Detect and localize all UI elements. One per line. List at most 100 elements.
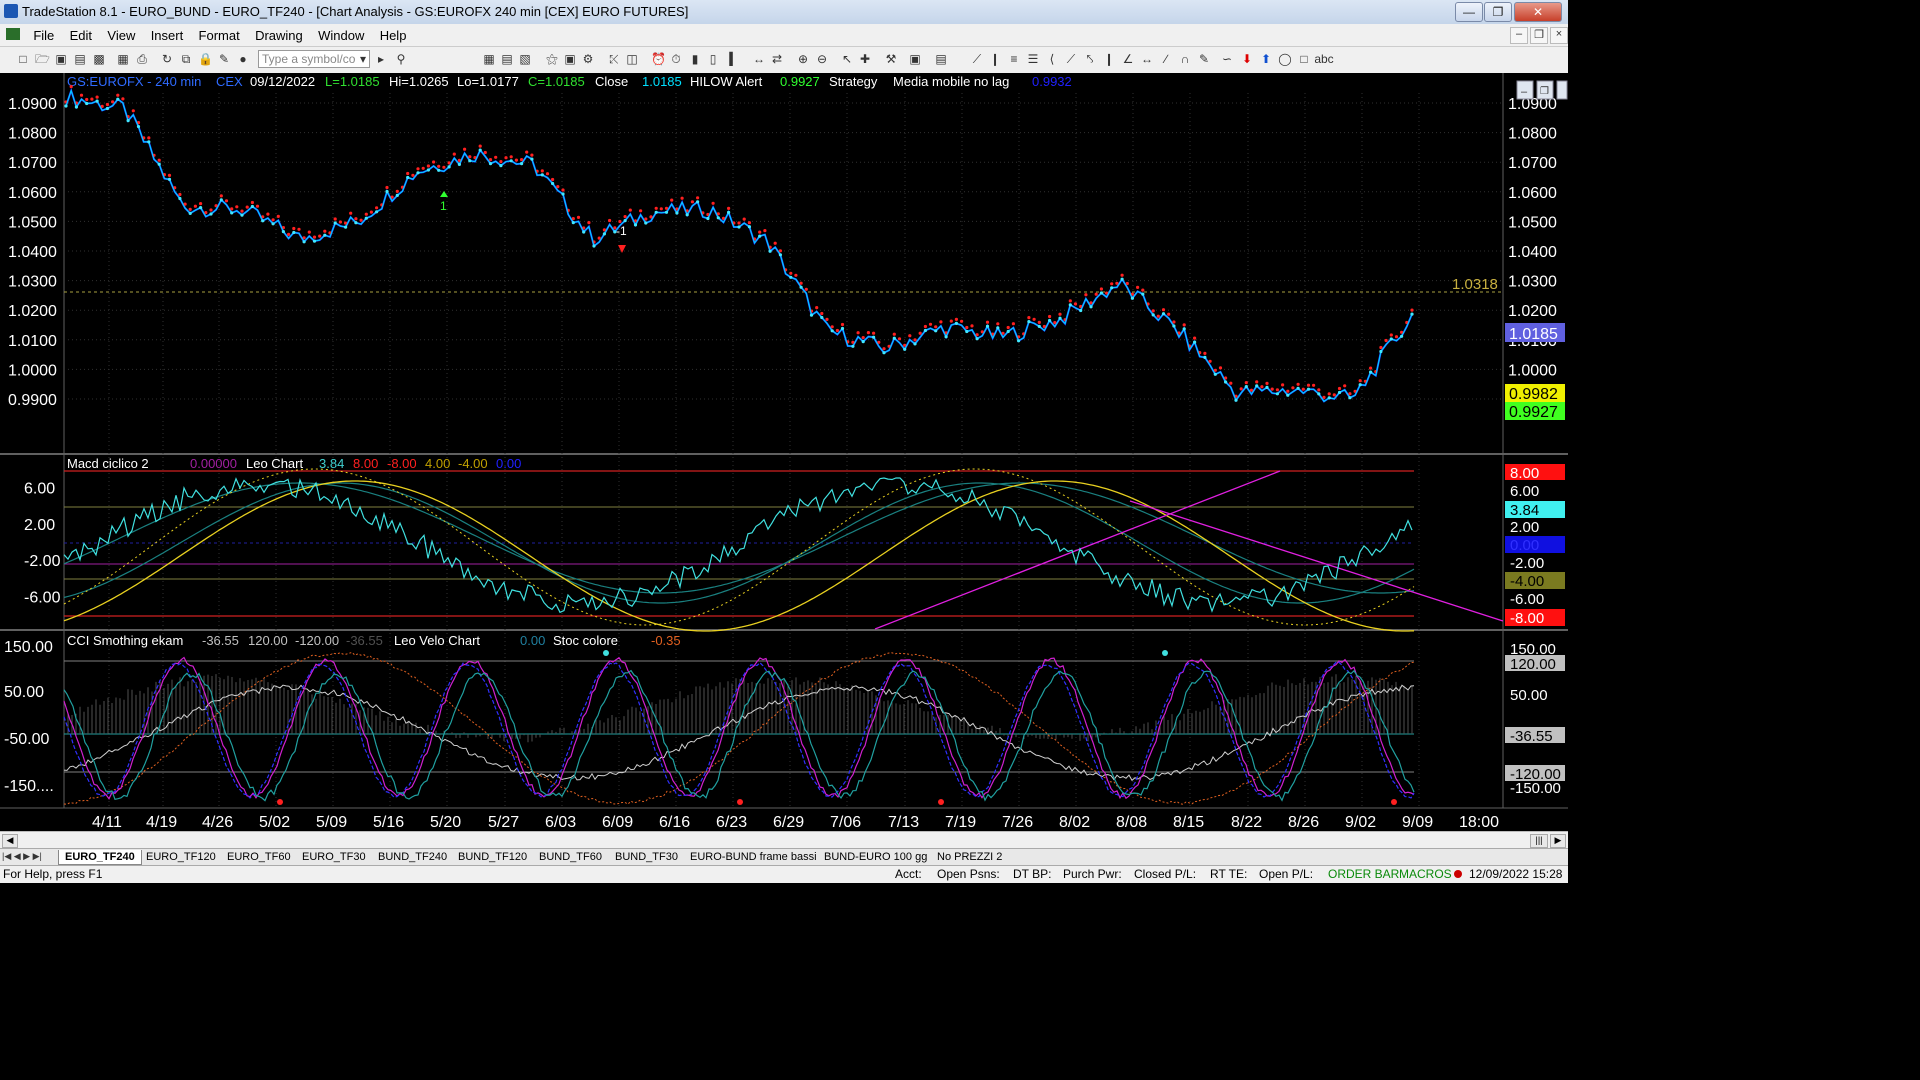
scanner-icon[interactable]: ⚝ (545, 52, 559, 66)
trendline-icon[interactable]: ⟋ (970, 52, 984, 66)
tab-bund-tf30[interactable]: BUND_TF30 (609, 850, 684, 864)
scroll-right-icon[interactable]: ▶ (1550, 834, 1566, 848)
symbol-lookup-icon[interactable]: ⚲ (394, 52, 408, 66)
price-dot (809, 313, 814, 317)
arrow-horizontal-icon[interactable]: ↔ (1140, 52, 1154, 66)
candle-icon[interactable]: ▯ (706, 52, 720, 66)
price-dot (1048, 318, 1052, 323)
crosshair-icon[interactable]: ✚ (858, 52, 872, 66)
data-window-icon[interactable]: ▣ (908, 52, 922, 66)
chart-analysis-window[interactable]: 1.0318 GS:EUROFX - 240 min CEX 09/12/202… (0, 73, 1568, 831)
tab-euro-bund-frame-bassi[interactable]: EURO-BUND frame bassi (684, 850, 823, 864)
vertical-lines-icon[interactable]: ❙ (988, 52, 1002, 66)
arc-icon[interactable]: ∩ (1178, 52, 1192, 66)
price-dot (1151, 313, 1155, 317)
zoom-out-icon[interactable]: ⊖ (815, 52, 829, 66)
radar-icon[interactable]: ▤ (500, 52, 514, 66)
fib-icon[interactable]: ☰ (1026, 52, 1040, 66)
price-chart[interactable]: 1.0318 GS:EUROFX - 240 min CEX 09/12/202… (0, 73, 1568, 831)
channel-icon[interactable]: ∕ (1159, 52, 1173, 66)
scroll-thumb[interactable]: ||| (1530, 834, 1548, 848)
close-button[interactable]: ✕ (1514, 2, 1562, 22)
status-macros[interactable]: MACROS (1399, 867, 1452, 881)
mdi-minimize-button[interactable]: – (1510, 27, 1528, 44)
tab-bund-tf120[interactable]: BUND_TF120 (452, 850, 533, 864)
menu-drawing[interactable]: Drawing (249, 24, 309, 47)
menu-format[interactable]: Format (193, 24, 246, 47)
lock-icon[interactable]: 🔒 (198, 52, 213, 66)
chart-icon[interactable]: ▦ (482, 52, 496, 66)
up-arrow-icon[interactable]: ⬆ (1259, 52, 1273, 66)
regression-icon[interactable]: ❙ (1102, 52, 1116, 66)
mdi-restore-button[interactable]: ❐ (1530, 27, 1548, 44)
price-dot (354, 221, 358, 225)
indicator-icon[interactable]: ⤪ (607, 52, 621, 66)
maximize-button[interactable]: ❐ (1484, 2, 1512, 22)
bar-chart-icon[interactable]: ▮ (688, 52, 702, 66)
speedline-icon[interactable]: ⟋ (1064, 52, 1078, 66)
tab-nav-icons[interactable]: |◀ ◀ ▶ ▶| (2, 851, 42, 862)
ellipse-icon[interactable]: ◯ (1278, 52, 1292, 66)
menu-help[interactable]: Help (374, 24, 413, 47)
tools-icon[interactable]: ⚒ (884, 52, 898, 66)
menu-insert[interactable]: Insert (145, 24, 190, 47)
timer-icon[interactable]: ⏱ (669, 52, 683, 66)
open-icon[interactable]: 🗁 (35, 52, 50, 66)
horizontal-scrollbar[interactable]: ◀ ||| ▶ (0, 831, 1568, 849)
down-arrow-icon[interactable]: ⬇ (1240, 52, 1254, 66)
symbol-input[interactable]: Type a symbol/co (258, 50, 370, 68)
tab-bund-euro-100gg[interactable]: BUND-EURO 100 gg (818, 850, 933, 864)
tab-no-prezzi-2[interactable]: No PREZZI 2 (931, 850, 1008, 864)
new-window-icon[interactable]: ▤ (73, 52, 87, 66)
tab-euro-tf120[interactable]: EURO_TF120 (140, 850, 222, 864)
zoom-in-icon[interactable]: ⊕ (796, 52, 810, 66)
menu-window[interactable]: Window (312, 24, 370, 47)
volume-icon[interactable]: ▍ (727, 52, 741, 66)
tab-bund-tf60[interactable]: BUND_TF60 (533, 850, 608, 864)
menu-file[interactable]: File (27, 24, 60, 47)
symbol-dropdown-icon[interactable]: ▾ (356, 52, 370, 66)
chart-window-icon[interactable] (6, 28, 20, 40)
go-arrow-icon[interactable]: ▸ (374, 52, 388, 66)
text-tool-icon[interactable]: abc (1312, 52, 1336, 66)
expand-icon[interactable]: ↔ (752, 52, 766, 66)
tab-euro-tf30[interactable]: EURO_TF30 (296, 850, 372, 864)
price-dot (861, 340, 865, 344)
tab-bund-tf240[interactable]: BUND_TF240 (372, 850, 453, 864)
status-order-bar[interactable]: ORDER BAR (1328, 867, 1399, 881)
cascade-icon[interactable]: ⧉ (179, 52, 193, 66)
menu-edit[interactable]: Edit (64, 24, 98, 47)
tab-euro-tf240[interactable]: EURO_TF240 (58, 850, 142, 865)
pointer-icon[interactable]: ↖ (840, 52, 854, 66)
alert-icon[interactable]: ⏰ (651, 52, 666, 66)
andrews-icon[interactable]: ⤣ (1083, 52, 1097, 66)
refresh-icon[interactable]: ↻ (160, 52, 174, 66)
rectangle-icon[interactable]: □ (1297, 52, 1311, 66)
cci-axis: 150.00 50.00 -50.00 -150.... (4, 639, 54, 795)
grid-icon[interactable]: ▤ (934, 52, 948, 66)
print-preview-icon[interactable]: ▦ (116, 52, 130, 66)
pen-icon[interactable]: ✎ (1197, 52, 1211, 66)
minimize-button[interactable]: — (1455, 2, 1483, 22)
menu-view[interactable]: View (101, 24, 141, 47)
options-icon[interactable]: ▣ (563, 52, 577, 66)
draw-icon[interactable]: ✎ (217, 52, 231, 66)
print-icon[interactable]: ⎙ (135, 52, 149, 66)
scroll-left-icon[interactable]: ◀ (2, 834, 18, 848)
globe-icon[interactable]: ● (236, 52, 250, 66)
price-dot (447, 165, 451, 169)
gann-icon[interactable]: ⟨ (1045, 52, 1059, 66)
tab-euro-tf60[interactable]: EURO_TF60 (221, 850, 297, 864)
curve-icon[interactable]: ∽ (1220, 52, 1234, 66)
angle-icon[interactable]: ∠ (1121, 52, 1135, 66)
price-dot (1110, 286, 1114, 290)
format-icon[interactable]: ◫ (625, 52, 639, 66)
mdi-close-button[interactable]: × (1550, 27, 1568, 44)
open-workspace-icon[interactable]: ▣ (54, 52, 68, 66)
horizontal-lines-icon[interactable]: ≡ (1007, 52, 1021, 66)
strategy-icon[interactable]: ⚙ (581, 52, 595, 66)
save-icon[interactable]: ▩ (92, 52, 106, 66)
matrix-icon[interactable]: ▧ (518, 52, 532, 66)
new-icon[interactable]: □ (16, 52, 30, 66)
compress-icon[interactable]: ⇄ (770, 52, 784, 66)
